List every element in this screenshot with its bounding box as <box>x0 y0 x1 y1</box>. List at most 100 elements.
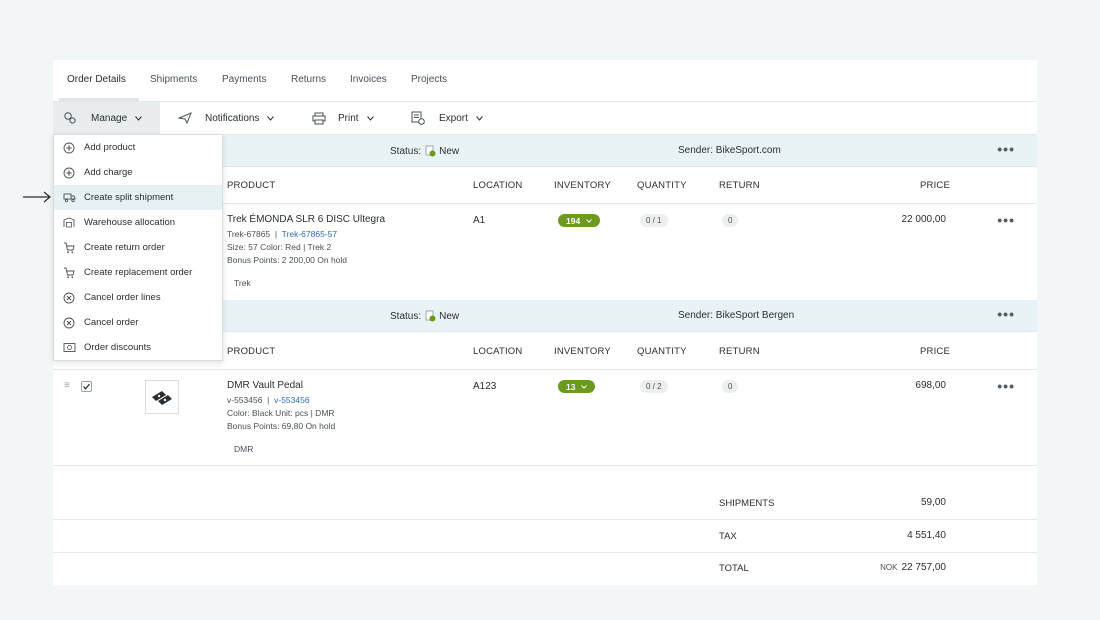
discount-icon <box>63 343 75 352</box>
cart-icon <box>64 242 75 253</box>
col-inventory: INVENTORY <box>554 346 611 357</box>
divider <box>53 552 1037 553</box>
product-attributes: Size: 57 Color: Red | Trek 2 <box>227 242 332 252</box>
summary-tax-label: TAX <box>719 531 737 542</box>
tab-order-details[interactable]: Order Details <box>67 74 126 85</box>
product-attributes: Color: Black Unit: pcs | DMR <box>227 408 335 418</box>
col-price: PRICE <box>920 180 951 191</box>
inventory-badge[interactable]: 13 <box>558 380 596 393</box>
status-value: New <box>439 145 460 157</box>
chevron-down-icon <box>267 115 275 121</box>
menu-item-label: Create split shipment <box>84 192 174 203</box>
manage-icon <box>64 112 76 124</box>
chevron-down-icon <box>581 384 588 389</box>
send-icon <box>178 112 192 124</box>
status-new-icon <box>425 145 436 157</box>
summary-tax-value: 4 551,40 <box>907 530 946 541</box>
menu-item-cancel-order-lines[interactable]: Cancel order lines <box>54 285 222 310</box>
inventory-badge[interactable]: 194 <box>558 214 601 227</box>
menu-item-add-charge[interactable]: Add charge <box>54 160 222 185</box>
x-circle-icon <box>63 292 75 303</box>
total-amount: 22 757,00 <box>901 562 947 573</box>
product-tag: DMR <box>234 444 254 454</box>
x-circle-icon <box>63 317 75 328</box>
menu-item-label: Add product <box>84 142 136 153</box>
return-badge: 0 <box>722 380 739 393</box>
manage-button[interactable]: Manage <box>53 102 160 134</box>
manage-dropdown-menu: Add product Add charge Create split ship… <box>53 134 223 361</box>
col-price: PRICE <box>920 346 951 357</box>
more-options-icon[interactable]: ••• <box>997 379 1015 393</box>
status-label: Status: <box>390 145 422 157</box>
product-bonus: Bonus Points: 69,80 On hold <box>227 421 336 431</box>
location-value: A1 <box>473 215 486 226</box>
chevron-down-icon <box>135 115 143 121</box>
quantity-badge: 0 / 1 <box>640 214 668 227</box>
warehouse-icon <box>63 217 74 228</box>
summary-total-value: NOK 22 757,00 <box>880 562 946 573</box>
more-options-icon[interactable]: ••• <box>997 213 1015 227</box>
product-name[interactable]: DMR Vault Pedal <box>227 380 303 391</box>
shipment-status: Status: New <box>390 145 459 157</box>
product-sku-line: v-553456 | v-553456 <box>227 395 310 405</box>
line-price: 698,00 <box>915 380 946 391</box>
tab-returns[interactable]: Returns <box>291 74 326 85</box>
export-button[interactable]: Export <box>411 102 483 134</box>
menu-item-order-discounts[interactable]: Order discounts <box>54 335 222 360</box>
more-options-icon[interactable]: ••• <box>997 142 1015 156</box>
status-label: Status: <box>390 310 422 322</box>
summary-shipments-value: 59,00 <box>920 497 946 508</box>
tab-invoices[interactable]: Invoices <box>350 74 387 85</box>
menu-item-create-return-order[interactable]: Create return order <box>54 235 222 260</box>
cart-icon <box>64 267 75 278</box>
col-location: LOCATION <box>473 346 523 357</box>
tab-payments[interactable]: Payments <box>222 74 266 85</box>
notifications-label: Notifications <box>205 112 260 124</box>
product-sku-link[interactable]: Trek-67865-57 <box>282 229 337 239</box>
product-sku-link[interactable]: v-553456 <box>274 395 309 405</box>
status-value: New <box>439 310 460 322</box>
line-checkbox[interactable] <box>81 381 92 392</box>
currency-code: NOK <box>880 563 898 572</box>
pointer-arrow-icon <box>23 191 51 203</box>
product-tag: Trek <box>234 278 251 288</box>
more-options-icon[interactable]: ••• <box>997 307 1015 321</box>
notifications-button[interactable]: Notifications <box>178 102 275 134</box>
col-product: PRODUCT <box>227 346 276 357</box>
location-value: A123 <box>473 381 497 392</box>
active-tab-indicator <box>59 98 139 101</box>
menu-item-cancel-order[interactable]: Cancel order <box>54 310 222 335</box>
return-badge: 0 <box>722 214 739 227</box>
chevron-down-icon <box>476 115 483 121</box>
summary-total-label: TOTAL <box>719 563 749 574</box>
menu-item-warehouse-allocation[interactable]: Warehouse allocation <box>54 210 222 235</box>
menu-item-create-replacement-order[interactable]: Create replacement order <box>54 260 222 285</box>
pedal-image-icon <box>152 391 172 405</box>
divider <box>53 519 1037 520</box>
col-product: PRODUCT <box>227 180 276 191</box>
printer-icon <box>312 112 326 124</box>
line-price: 22 000,00 <box>901 214 947 225</box>
product-name[interactable]: Trek ÉMONDA SLR 6 DISC Ultegra <box>227 214 385 225</box>
chevron-down-icon <box>586 218 593 223</box>
tab-projects[interactable]: Projects <box>411 74 447 85</box>
export-icon <box>411 111 425 125</box>
col-return: RETURN <box>719 180 760 191</box>
status-new-icon <box>425 310 436 322</box>
product-bonus: Bonus Points: 2 200,00 On hold <box>227 255 348 265</box>
product-sku: v-553456 <box>227 395 263 405</box>
shipment-status: Status: New <box>390 310 459 322</box>
split-shipment-icon <box>63 193 75 203</box>
print-button[interactable]: Print <box>312 102 374 134</box>
menu-item-label: Cancel order lines <box>84 292 161 303</box>
shipment-sender: Sender: BikeSport Bergen <box>678 310 795 321</box>
menu-item-add-product[interactable]: Add product <box>54 135 222 160</box>
drag-handle-icon[interactable]: ≡ <box>64 380 70 391</box>
tab-shipments[interactable]: Shipments <box>150 74 197 85</box>
menu-item-label: Cancel order <box>84 317 139 328</box>
order-line: ≡ DMR Vault Pedal v-553456 | v-553456 Co… <box>53 370 1037 466</box>
tab-bar: Order Details Shipments Payments Returns… <box>53 60 1037 102</box>
shipment-sender: Sender: BikeSport.com <box>678 145 781 156</box>
print-label: Print <box>338 112 359 124</box>
menu-item-create-split-shipment[interactable]: Create split shipment <box>54 185 222 210</box>
